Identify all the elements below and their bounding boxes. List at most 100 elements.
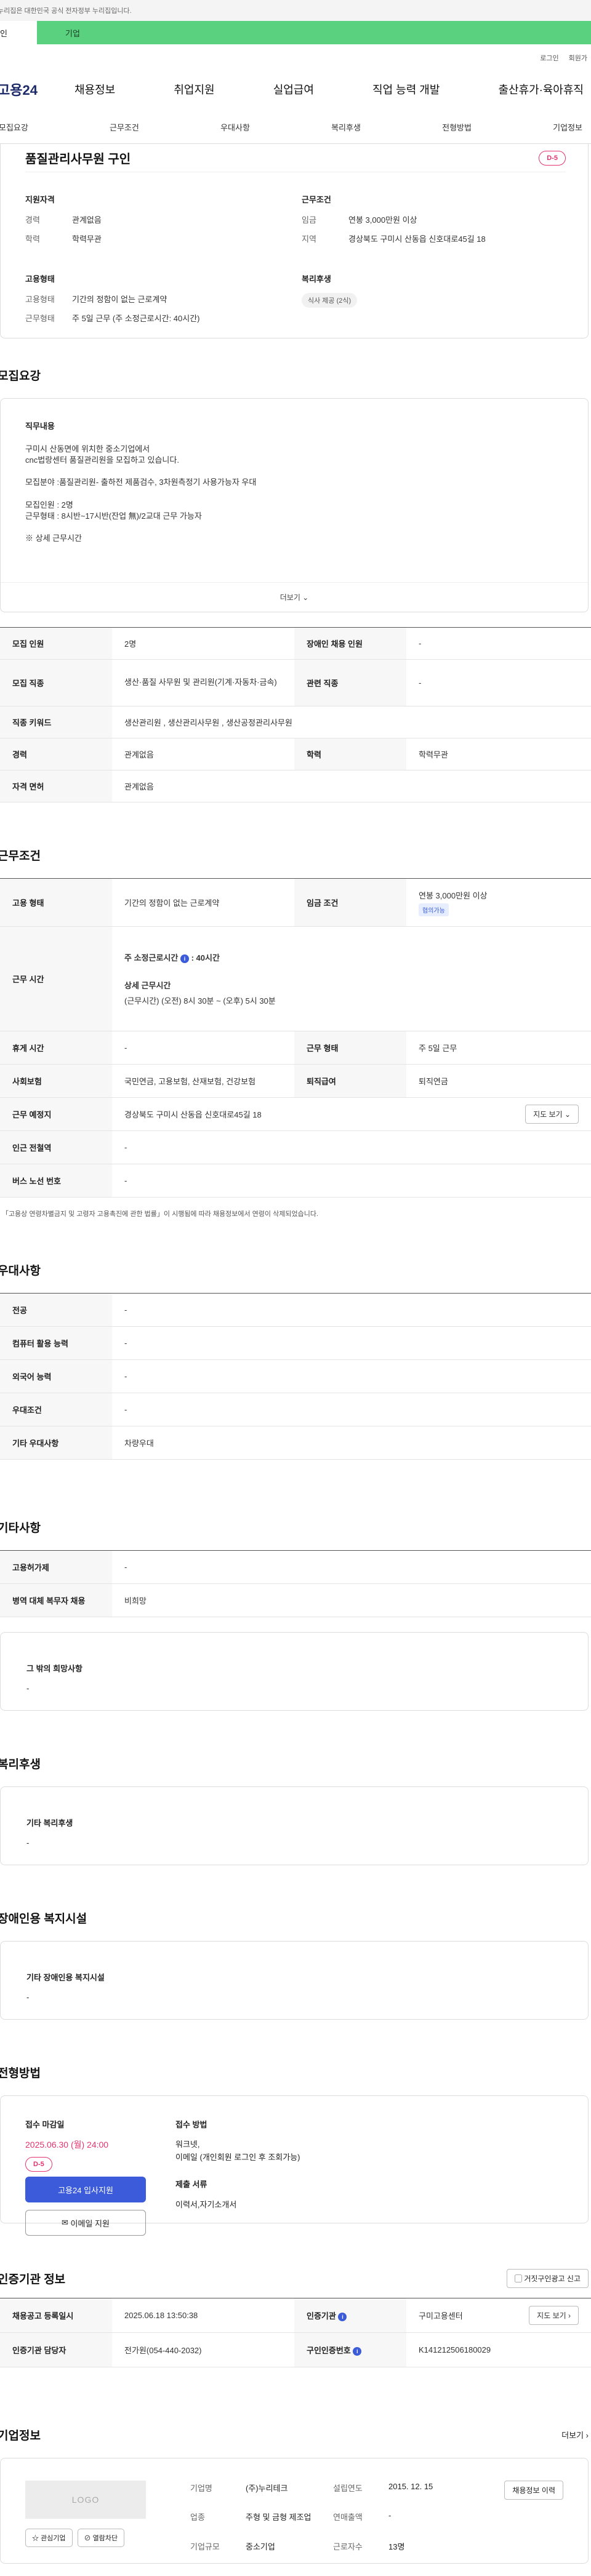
company-field-value: 중소기업 xyxy=(246,2542,275,2551)
summary-value: 연봉 3,000만원 이상 xyxy=(348,215,417,225)
summary-welfare: 복리후생 식사 제공 (2식) xyxy=(302,273,566,331)
company-more-link[interactable]: 더보기 › xyxy=(561,2429,589,2441)
apply-button[interactable]: 고용24 입사지원 xyxy=(25,2177,146,2202)
info-icon[interactable]: i xyxy=(180,954,189,963)
summary-value: 관계없음 xyxy=(72,215,102,225)
table-header-cell: 인증기관 담당자 xyxy=(0,2332,112,2367)
detail-hours-label: 상세 근무시간 xyxy=(124,981,171,990)
report-fake-ad-button[interactable]: ▢ 거짓구인광고 신고 xyxy=(506,2269,589,2288)
signup-link[interactable]: 회원가 xyxy=(569,53,587,68)
table-header-cell: 인근 전철역 xyxy=(0,1130,112,1164)
global-nav: 고용24 채용정보 취업지원 실업급여 직업 능력 개발 출산휴가·육아휴직 xyxy=(0,68,591,111)
subnav-pref[interactable]: 우대사항 xyxy=(220,121,250,133)
work-table: 고용 형태 기간의 정함이 없는 근로계약 임금 조건 연봉 3,000만원 이상… xyxy=(0,878,591,1198)
box-value: - xyxy=(26,1684,30,1693)
summary-value: 학력무관 xyxy=(72,234,102,244)
table-cell: - xyxy=(112,1164,591,1198)
table-row: 채용공고 등록일시 2025.06.18 13:50:38 인증기관 i 구미고용… xyxy=(0,2298,591,2333)
user-type-tabs: 인 기업 xyxy=(0,21,591,44)
job-desc-heading: 직무내용 xyxy=(25,422,55,431)
subnav-screening[interactable]: 전형방법 xyxy=(442,121,472,133)
method-line: 이메일 (개인회원 로그인 후 조회가능) xyxy=(175,2152,300,2162)
company-field-key: 근로자수 xyxy=(333,2542,363,2551)
block-view-button[interactable]: ⊘ 열람차단 xyxy=(77,2529,125,2547)
job-desc-line: 구미시 산동면에 위치한 중소기업에서 xyxy=(25,444,150,454)
table-cell: - xyxy=(112,1326,591,1360)
age-notice-text: 「고용상 연령차별금지 및 고령자 고용촉진에 관한 법률」이 시행됨에 따라 … xyxy=(1,1210,318,1218)
table-cell: 생산관리원 , 생산관리사무원 , 생산공정관리사무원 xyxy=(112,706,591,738)
subnav-benefit[interactable]: 복리후생 xyxy=(331,121,361,133)
table-row: 모집 인원 2명 장애인 채용 인원 - xyxy=(0,627,591,660)
job-description-box: 직무내용 구미시 산동면에 위치한 중소기업에서 cnc법랑센터 품질관리원을 … xyxy=(0,398,589,612)
more-button[interactable]: 더보기 ⌄ xyxy=(1,582,588,612)
cert-org-value: 구미고용센터 xyxy=(419,2311,463,2321)
block-icon: ⊘ xyxy=(84,2535,91,2542)
table-row: 직종 키워드 생산관리원 , 생산관리사무원 , 생산공정관리사무원 xyxy=(0,706,591,738)
table-header-cell: 병역 대체 복무자 채용 xyxy=(0,1583,112,1617)
job-history-button[interactable]: 채용정보 이력 xyxy=(504,2481,563,2500)
more-label: 더보기 xyxy=(561,2431,584,2440)
table-row: 휴게 시간 - 근무 형태 주 5일 근무 xyxy=(0,1031,591,1065)
negotiable-badge: 협의가능 xyxy=(419,903,449,916)
table-row: 인증기관 담당자 전가원(054-440-2032) 구인인증번호 i K1412… xyxy=(0,2332,591,2367)
deadline-label: 접수 마감일 xyxy=(25,2120,65,2129)
login-link[interactable]: 로그인 xyxy=(540,53,558,68)
location-value: 경상북도 구미시 산동읍 신호대로45길 18 xyxy=(124,1110,262,1119)
block-label: 열람차단 xyxy=(92,2535,118,2542)
table-cell: - xyxy=(112,1550,591,1584)
box-heading: 그 밖의 희망사항 xyxy=(26,1664,82,1673)
email-apply-button[interactable]: ✉ 이메일 지원 xyxy=(25,2210,146,2236)
subnav-work[interactable]: 근무조건 xyxy=(110,121,139,133)
summary-conditions: 근무조건 임금 연봉 3,000만원 이상 지역 경상북도 구미시 산동읍 신호대로… xyxy=(302,193,566,252)
table-row: 컴퓨터 활용 능력 - xyxy=(0,1326,591,1360)
table-header-cell: 관련 직종 xyxy=(294,659,406,706)
subnav-recruit[interactable]: 모집요강 xyxy=(0,121,28,133)
company-field-value: 2015. 12. 15 xyxy=(388,2482,433,2491)
summary-key: 임금 xyxy=(302,215,316,225)
info-icon[interactable]: i xyxy=(353,2346,362,2356)
gnb-item-jobs[interactable]: 채용정보 xyxy=(74,81,115,97)
company-field-value: (주)누리테크 xyxy=(246,2484,288,2493)
gnb-item-unemployment[interactable]: 실업급여 xyxy=(273,81,314,97)
gov-notice-bar: 누리집은 대한민국 공식 전자정부 누리집입니다. xyxy=(0,0,591,21)
company-field-key: 설립연도 xyxy=(333,2484,363,2493)
report-label: 거짓구인광고 신고 xyxy=(524,2274,581,2283)
subnav-company[interactable]: 기업정보 xyxy=(553,121,582,133)
job-desc-line: ※ 상세 근무시간 xyxy=(25,533,82,543)
table-header-cell: 외국어 능력 xyxy=(0,1359,112,1393)
table-cell: 2명 xyxy=(112,627,294,660)
age-notice: • 「고용상 연령차별금지 및 고령자 고용촉진에 관한 법률」이 시행됨에 따… xyxy=(0,1209,591,1218)
gnb-item-employment-support[interactable]: 취업지원 xyxy=(174,81,214,97)
summary-heading: 복리후생 xyxy=(302,274,331,284)
gnb-menu: 채용정보 취업지원 실업급여 직업 능력 개발 출산휴가·육아휴직 xyxy=(74,81,591,97)
summary-value: 경상북도 구미시 산동읍 신호대로45길 18 xyxy=(348,234,486,244)
map-button[interactable]: 지도 보기 ⌄ xyxy=(525,1105,579,1124)
table-header-cell: 임금 조건 xyxy=(294,878,406,927)
section-title-pref: 우대사항 xyxy=(0,1265,41,1278)
tab-company[interactable]: 기업 xyxy=(37,21,591,44)
table-header-cell: 직종 키워드 xyxy=(0,706,112,738)
section-title-work: 근무조건 xyxy=(0,850,41,863)
table-cell: - xyxy=(112,1359,591,1393)
gnb-item-leave[interactable]: 출산휴가·육아휴직 xyxy=(499,81,584,97)
cert-map-button[interactable]: 지도 보기 › xyxy=(529,2306,579,2325)
welfare-chip: 식사 제공 (2식) xyxy=(302,293,358,308)
docs-value: 이력서,자기소개서 xyxy=(175,2199,237,2209)
tab-individual[interactable]: 인 xyxy=(0,21,37,44)
table-header-cell: 버스 노선 번호 xyxy=(0,1164,112,1198)
util-links: 로그인 회원가 xyxy=(0,44,591,68)
table-header-cell: 전공 xyxy=(0,1293,112,1327)
favorite-company-button[interactable]: ☆ 관심기업 xyxy=(25,2529,73,2547)
company-field-key: 업종 xyxy=(190,2513,205,2522)
table-header-cell: 고용허가제 xyxy=(0,1550,112,1584)
email-apply-label: 이메일 지원 xyxy=(70,2218,110,2228)
gnb-item-training[interactable]: 직업 능력 개발 xyxy=(372,81,440,97)
etc-hope-box: 그 밖의 희망사항 - xyxy=(0,1632,589,1711)
summary-value: 기간의 정함이 없는 근로계약 xyxy=(72,295,167,304)
info-icon[interactable]: i xyxy=(338,2312,347,2321)
etc-table: 고용허가제 - 병역 대체 복무자 채용 비희망 xyxy=(0,1550,591,1617)
site-logo[interactable]: 고용24 xyxy=(0,79,74,99)
section-title-screening: 전형방법 xyxy=(0,2067,41,2080)
table-cell: 주 소정근로시간 i : 40시간 상세 근무시간 (근무시간) (오전) 8시… xyxy=(112,926,591,1031)
gov-notice-text: 누리집은 대한민국 공식 전자정부 누리집입니다. xyxy=(0,7,132,15)
